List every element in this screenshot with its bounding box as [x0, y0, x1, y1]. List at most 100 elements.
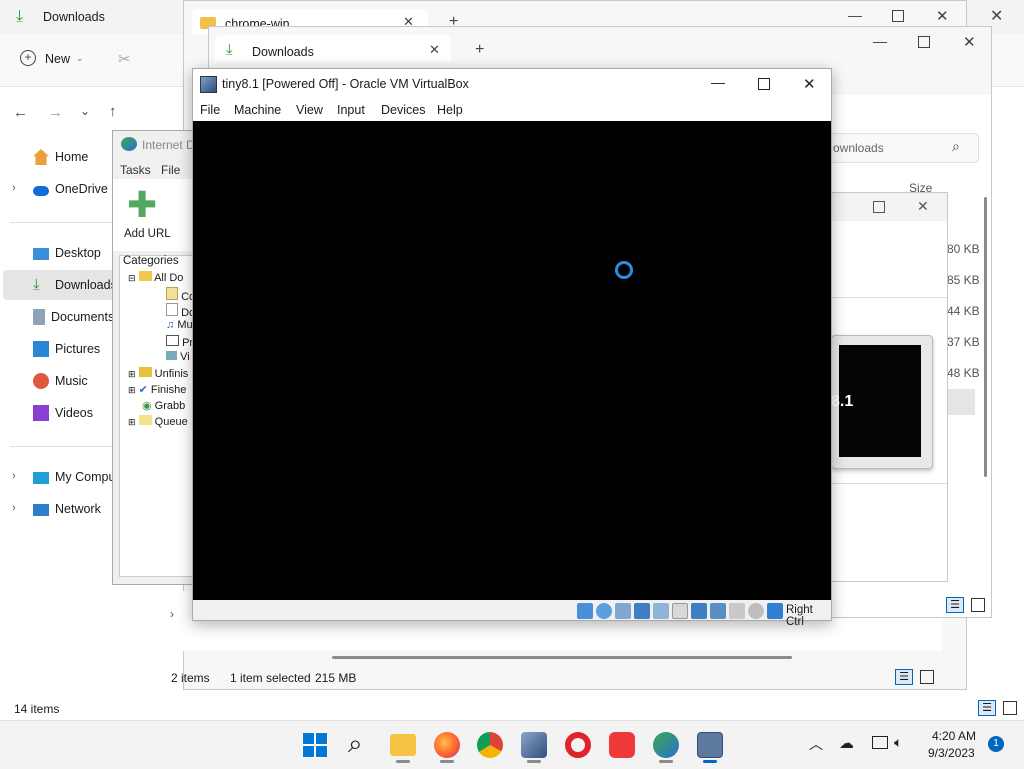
- expand-icon[interactable]: ⊞: [128, 369, 136, 379]
- menu-file[interactable]: File: [200, 103, 220, 117]
- maximize-icon[interactable]: [918, 36, 930, 48]
- close-icon[interactable]: ✕: [963, 33, 976, 51]
- network-icon[interactable]: [634, 603, 650, 619]
- tree-item[interactable]: ⊞ ✔ Finishe: [128, 383, 186, 396]
- recording-icon[interactable]: [710, 603, 726, 619]
- mouse-integration-icon[interactable]: [748, 603, 764, 619]
- expand-icon[interactable]: ⊟: [128, 273, 136, 283]
- add-url-button[interactable]: Add URL: [124, 228, 171, 240]
- close-icon[interactable]: ✕: [429, 42, 440, 58]
- nav-item-pictures[interactable]: Pictures: [33, 334, 100, 364]
- idm-taskbar-icon[interactable]: [653, 732, 679, 758]
- minimize-icon[interactable]: —: [848, 7, 862, 23]
- new-button[interactable]: New: [45, 52, 70, 66]
- tree-item[interactable]: ♫ Mu: [166, 319, 193, 331]
- chevron-right-icon[interactable]: ›: [12, 182, 16, 194]
- firefox-icon[interactable]: [434, 732, 460, 758]
- menu-devices[interactable]: Devices: [381, 103, 425, 117]
- shared-folder-icon[interactable]: [672, 603, 688, 619]
- volume-icon[interactable]: 🔈︎: [894, 734, 902, 751]
- chevron-right-icon[interactable]: ›: [12, 502, 16, 514]
- menu-machine[interactable]: Machine: [234, 103, 281, 117]
- nav-item-network[interactable]: Network: [33, 494, 101, 524]
- nav-item-downloads[interactable]: ⤓ Downloads: [33, 270, 117, 300]
- optical-drive-icon[interactable]: [596, 603, 612, 619]
- up-arrow-icon[interactable]: ↑: [109, 103, 117, 120]
- clock-time[interactable]: 4:20 AM: [932, 729, 976, 743]
- vm-taskbar-icon[interactable]: [697, 732, 723, 758]
- nav-item-videos[interactable]: Videos: [33, 398, 93, 428]
- chevron-up-icon[interactable]: ︿: [809, 734, 823, 754]
- maximize-icon[interactable]: [758, 78, 770, 90]
- chevron-right-icon[interactable]: ›: [12, 470, 16, 482]
- search-input[interactable]: ownloads: [833, 141, 884, 155]
- cloud-offline-icon[interactable]: ☁: [839, 734, 854, 752]
- chevron-down-icon[interactable]: ⌄: [80, 104, 90, 118]
- menu-help[interactable]: Help: [437, 103, 463, 117]
- start-icon[interactable]: [302, 732, 328, 758]
- search-icon[interactable]: ⌕: [952, 138, 960, 155]
- tiles-view-icon[interactable]: [971, 598, 985, 612]
- file-explorer-icon[interactable]: [390, 734, 416, 756]
- forward-arrow-icon[interactable]: →: [48, 104, 63, 121]
- nav-item-music[interactable]: Music: [33, 366, 88, 396]
- menu-view[interactable]: View: [296, 103, 323, 117]
- usb-icon[interactable]: [653, 603, 669, 619]
- close-icon[interactable]: ✕: [803, 75, 816, 93]
- expand-icon[interactable]: ⊞: [128, 385, 136, 395]
- details-view-icon[interactable]: ☰: [978, 700, 996, 716]
- tree-item[interactable]: Pr: [166, 335, 193, 349]
- maximize-icon[interactable]: [873, 201, 885, 213]
- notification-badge[interactable]: 1: [988, 736, 1004, 752]
- expand-icon[interactable]: ⊞: [128, 417, 136, 427]
- display-icon[interactable]: [872, 736, 888, 749]
- display-icon[interactable]: [691, 603, 707, 619]
- add-url-icon[interactable]: ✚: [127, 187, 157, 223]
- add-tab-icon[interactable]: +: [475, 41, 484, 59]
- tree-item[interactable]: ⊞ Unfinis: [128, 367, 188, 380]
- tree-item[interactable]: Vi: [166, 351, 190, 363]
- menu-tasks[interactable]: Tasks: [120, 163, 151, 177]
- chevron-right-icon[interactable]: ›: [170, 607, 174, 621]
- hard-disk-icon[interactable]: [577, 603, 593, 619]
- tree-item[interactable]: ◉ Grabb: [142, 399, 185, 412]
- scissors-icon[interactable]: ✂: [118, 50, 131, 68]
- clock-date[interactable]: 9/3/2023: [928, 746, 975, 760]
- vertical-scrollbar[interactable]: [984, 197, 987, 477]
- nav-item-home[interactable]: Home: [33, 142, 88, 172]
- minimize-icon[interactable]: —: [711, 74, 725, 90]
- minimize-icon[interactable]: —: [873, 33, 887, 49]
- menu-input[interactable]: Input: [337, 103, 365, 117]
- vivaldi-icon[interactable]: [609, 732, 635, 758]
- explorer-back-tab-title[interactable]: Downloads: [43, 10, 105, 24]
- close-icon[interactable]: ✕: [936, 7, 949, 25]
- keyboard-capture-icon[interactable]: [767, 603, 783, 619]
- cpu-icon[interactable]: [729, 603, 745, 619]
- chrome-icon[interactable]: [477, 732, 503, 758]
- tiles-view-icon[interactable]: [1003, 701, 1017, 715]
- details-view-icon[interactable]: ☰: [895, 669, 913, 685]
- opera-icon[interactable]: [565, 732, 591, 758]
- audio-icon[interactable]: [615, 603, 631, 619]
- tree-item[interactable]: Do: [166, 303, 195, 319]
- vm-screen[interactable]: [193, 121, 831, 600]
- nav-item-desktop[interactable]: Desktop: [33, 238, 101, 268]
- close-icon[interactable]: ✕: [917, 198, 929, 215]
- nav-item-onedrive[interactable]: OneDrive: [33, 174, 108, 204]
- search-icon[interactable]: ⌕: [348, 728, 363, 760]
- tree-item[interactable]: Co: [166, 287, 195, 303]
- tiles-view-icon[interactable]: [920, 670, 934, 684]
- details-view-icon[interactable]: ☰: [946, 597, 964, 613]
- virtualbox-taskbar-icon[interactable]: [521, 732, 547, 758]
- tree-item[interactable]: ⊟ All Do: [128, 271, 183, 284]
- menu-file[interactable]: File: [161, 163, 180, 177]
- plus-circle-icon[interactable]: +: [20, 50, 36, 66]
- explorer-front-tab-title[interactable]: Downloads: [252, 45, 314, 59]
- close-icon[interactable]: ✕: [990, 6, 1003, 26]
- horizontal-scrollbar[interactable]: [332, 656, 792, 659]
- explorer-front-tab[interactable]: [215, 35, 451, 61]
- tree-item[interactable]: ⊞ Queue: [128, 415, 188, 428]
- maximize-icon[interactable]: [892, 10, 904, 22]
- back-arrow-icon[interactable]: ←: [13, 104, 28, 121]
- nav-item-documents[interactable]: Documents: [33, 302, 114, 332]
